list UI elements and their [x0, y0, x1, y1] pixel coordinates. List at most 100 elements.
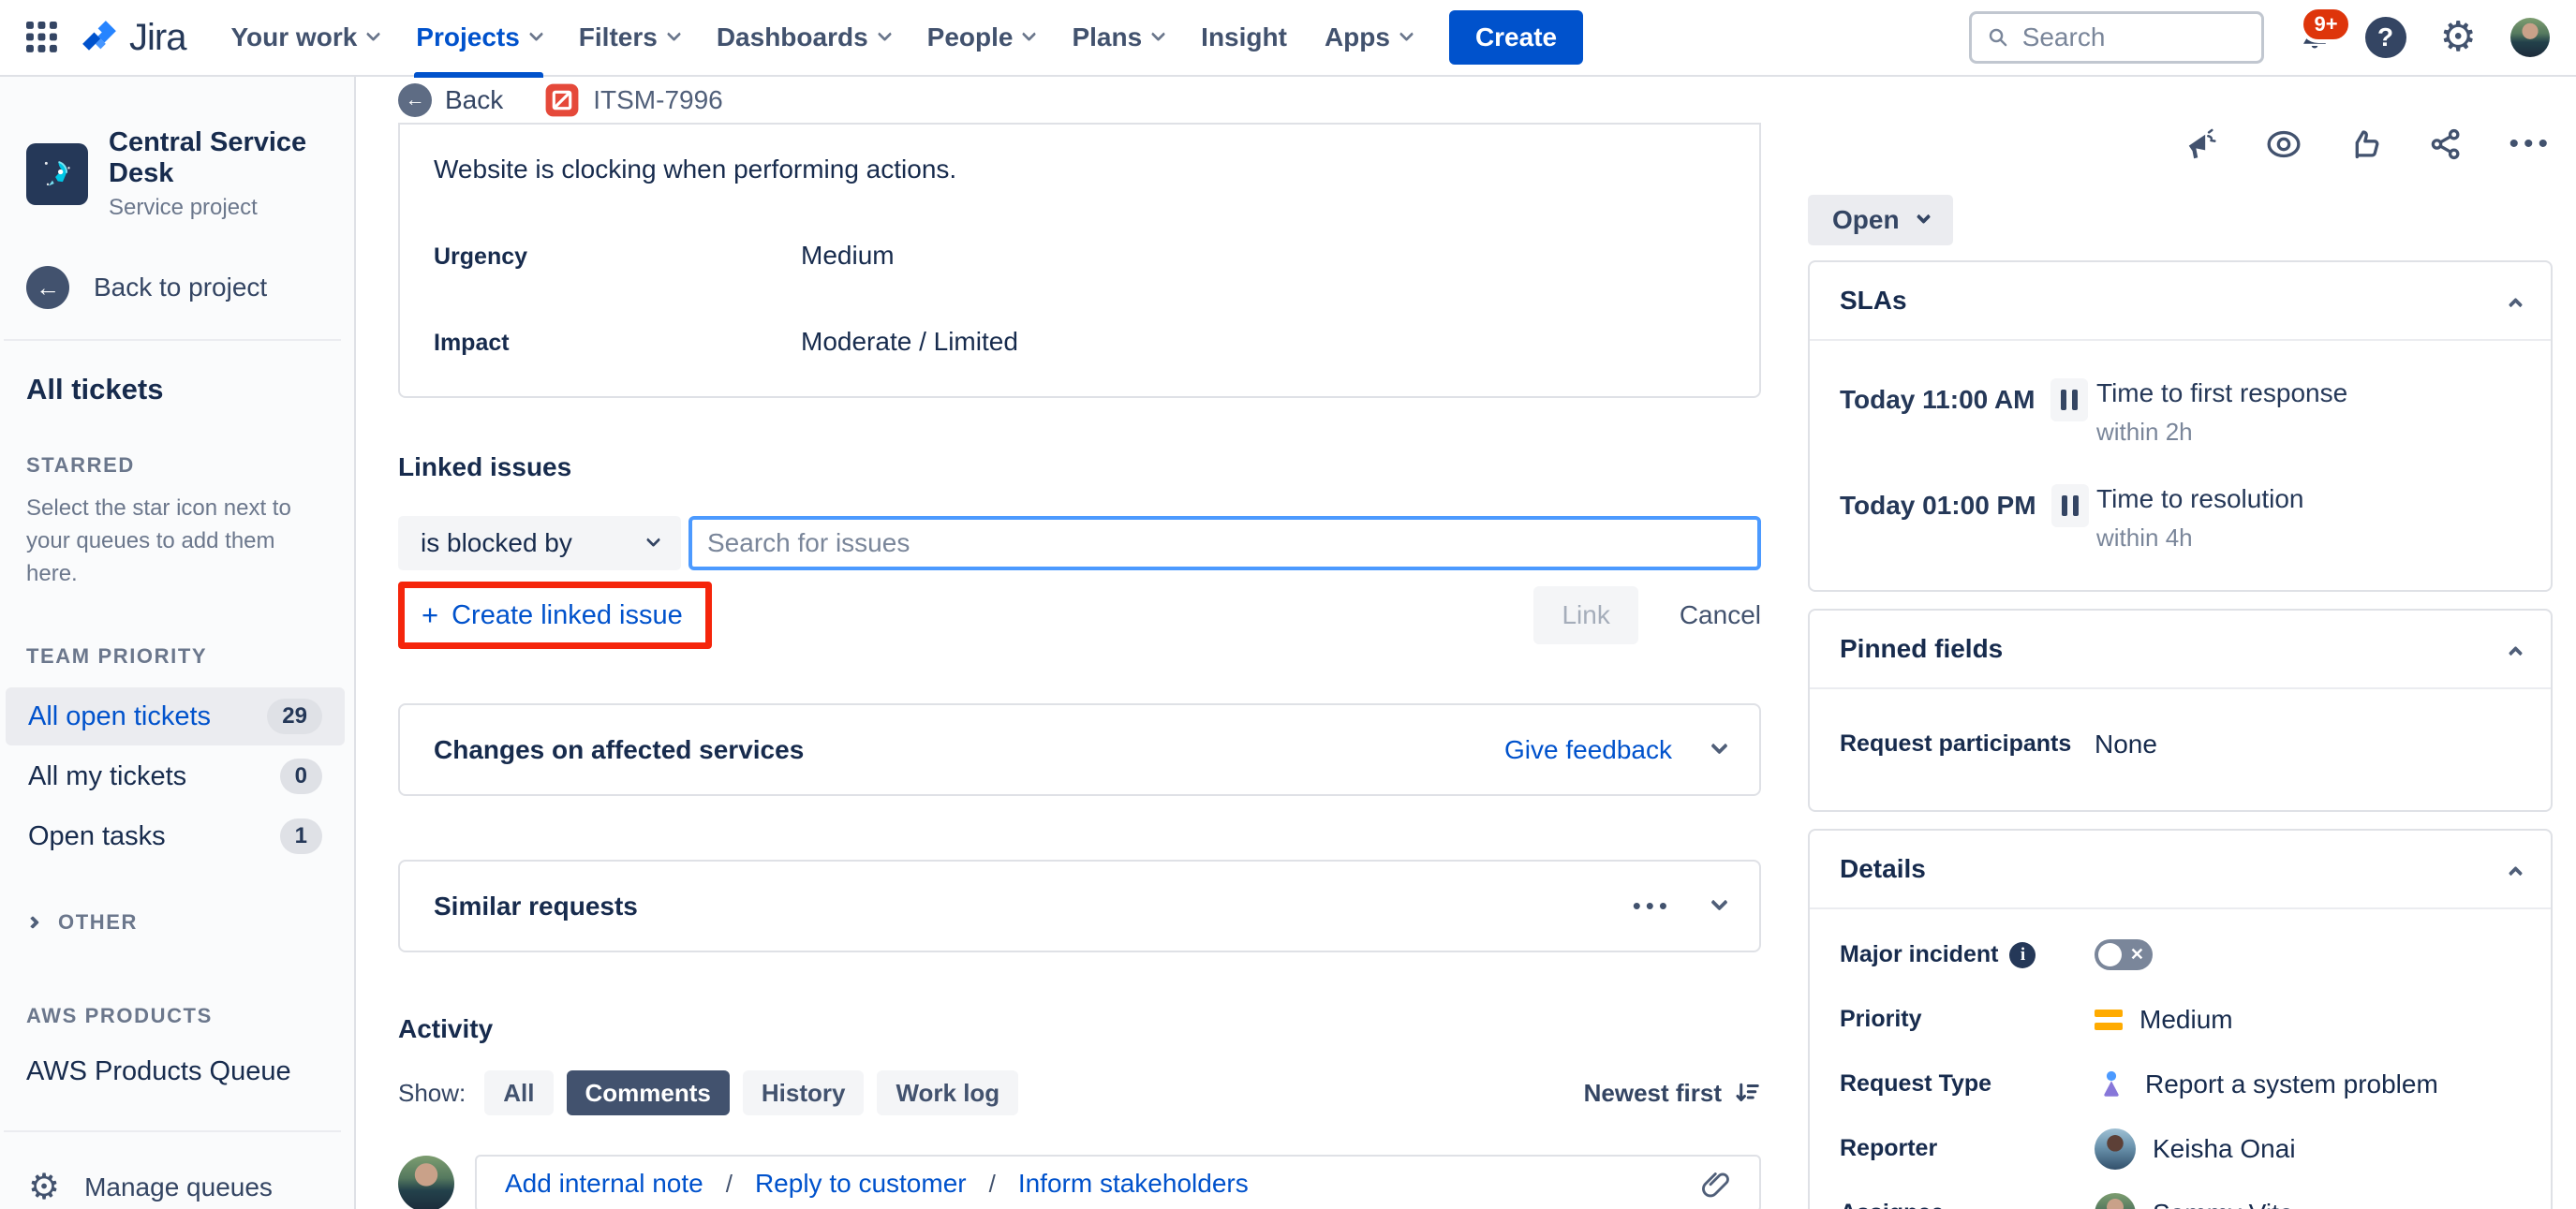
details-header[interactable]: Details [1810, 831, 2551, 909]
nav-apps[interactable]: Apps [1306, 0, 1430, 76]
share-button[interactable] [2428, 126, 2464, 162]
manage-queues-link[interactable]: ⚙ Manage queues [0, 1170, 354, 1205]
comment-input-box[interactable]: Add internal note / Reply to customer / … [475, 1155, 1761, 1209]
jira-logo[interactable]: Jira [79, 17, 186, 59]
chevron-down-icon [1916, 209, 1931, 224]
sidebar-divider [4, 339, 341, 341]
sidebar-item-open-tasks[interactable]: Open tasks 1 [6, 807, 345, 865]
status-dropdown[interactable]: Open [1808, 195, 1953, 245]
show-label: Show: [398, 1078, 466, 1107]
notifications-button[interactable]: 9+ [2298, 6, 2352, 54]
field-row-request-type: Request Type Report a system problem [1840, 1052, 2521, 1116]
request-type-value-wrap[interactable]: Report a system problem [2095, 1068, 2438, 1101]
reply-to-customer-link[interactable]: Reply to customer [755, 1169, 967, 1199]
back-to-project-link[interactable]: ← Back to project [0, 266, 354, 309]
sla-entry: Today 01:00 PM Time to resolution within… [1840, 484, 2521, 553]
feedback-button[interactable] [2184, 126, 2220, 162]
inform-stakeholders-link[interactable]: Inform stakeholders [1018, 1169, 1249, 1199]
pause-icon[interactable] [2050, 378, 2088, 421]
help-button[interactable]: ? [2364, 17, 2406, 58]
nav-filters[interactable]: Filters [560, 0, 698, 76]
impact-value[interactable]: Moderate / Limited [801, 327, 1018, 357]
create-linked-issue-button[interactable]: + Create linked issue [422, 598, 683, 632]
nav-plans[interactable]: Plans [1053, 0, 1182, 76]
link-type-select[interactable]: is blocked by [398, 516, 681, 570]
major-incident-toggle[interactable]: ✕ [2095, 939, 2153, 970]
sidebar-item-all-my-tickets[interactable]: All my tickets 0 [6, 747, 345, 805]
reporter-value-wrap[interactable]: Keisha Onai [2095, 1128, 2296, 1170]
settings-gear-icon[interactable]: ⚙ [2440, 17, 2477, 58]
app-switcher-icon[interactable] [26, 22, 58, 53]
attachment-button[interactable] [1699, 1168, 1731, 1200]
reporter-avatar [2095, 1128, 2136, 1170]
slas-panel-header[interactable]: SLAs [1810, 262, 2551, 341]
nav-dashboards[interactable]: Dashboards [698, 0, 909, 76]
reporter-value: Keisha Onai [2153, 1133, 2296, 1163]
thumbs-up-icon [2356, 130, 2379, 159]
nav-apps-label: Apps [1324, 22, 1390, 52]
sidebar-item-all-open-tickets[interactable]: All open tickets 29 [6, 687, 345, 746]
nav-insight[interactable]: Insight [1182, 0, 1306, 76]
nav-projects[interactable]: Projects [397, 0, 560, 78]
nav-people[interactable]: People [909, 0, 1054, 76]
issue-description[interactable]: Website is clocking when performing acti… [434, 155, 1725, 184]
more-actions-icon[interactable]: ••• [2509, 128, 2553, 160]
chevron-down-icon [1150, 26, 1166, 41]
chevron-down-icon[interactable] [1710, 893, 1728, 911]
pause-icon[interactable] [2050, 484, 2089, 527]
give-feedback-link[interactable]: Give feedback [1504, 735, 1672, 765]
assignee-value: Sammy Vito [2153, 1199, 2293, 1209]
vote-button[interactable] [2347, 126, 2383, 162]
create-button[interactable]: Create [1448, 10, 1584, 65]
nav-plans-label: Plans [1072, 22, 1143, 52]
chevron-up-icon [2508, 297, 2524, 312]
major-incident-label: Major incident [1840, 941, 1999, 967]
sidebar-other-section[interactable]: OTHER [0, 910, 354, 935]
priority-value-wrap[interactable]: Medium [2095, 1005, 2233, 1035]
megaphone-icon [2189, 128, 2217, 159]
urgency-value[interactable]: Medium [801, 241, 895, 271]
jira-mark-icon [82, 21, 116, 51]
field-row-impact: Impact Moderate / Limited [434, 327, 1725, 357]
notification-count-badge: 9+ [2300, 6, 2352, 43]
link-type-value: is blocked by [421, 528, 572, 557]
pinned-fields-header[interactable]: Pinned fields [1810, 611, 2551, 689]
project-header[interactable]: Central Service Desk Service project [0, 127, 354, 221]
issue-key-breadcrumb[interactable]: ITSM-7996 [544, 82, 723, 118]
paperclip-icon [1702, 1172, 1729, 1198]
similar-requests-title: Similar requests [434, 891, 638, 921]
assignee-value-wrap[interactable]: Sammy Vito [2095, 1192, 2293, 1209]
sidebar-item-aws-products-queue[interactable]: AWS Products Queue [0, 1056, 354, 1087]
request-participants-value[interactable]: None [2095, 730, 2157, 759]
filter-comments[interactable]: Comments [566, 1070, 730, 1115]
sidebar-all-tickets[interactable]: All tickets [0, 373, 354, 406]
filter-history[interactable]: History [742, 1070, 865, 1115]
global-search-input[interactable] [2021, 22, 2246, 52]
nav-your-work[interactable]: Your work [212, 0, 397, 76]
link-button[interactable]: Link [1533, 586, 1638, 644]
info-icon[interactable]: i [2009, 941, 2036, 968]
more-actions-icon[interactable]: ••• [1633, 892, 1672, 921]
priority-value: Medium [2139, 1004, 2233, 1034]
filter-work-log[interactable]: Work log [877, 1070, 1019, 1115]
sla-goal: within 2h [2096, 418, 2193, 446]
watch-button[interactable] [2265, 125, 2302, 163]
nav-utilities: 9+ ? ⚙ [1968, 6, 2550, 64]
back-button[interactable]: ← Back [398, 82, 503, 117]
chevron-up-icon [2508, 645, 2524, 660]
current-user-avatar [398, 1156, 454, 1209]
chevron-down-icon [528, 26, 544, 41]
global-search[interactable] [1968, 11, 2264, 64]
add-internal-note-link[interactable]: Add internal note [505, 1169, 703, 1199]
nav-dashboards-label: Dashboards [716, 22, 868, 52]
chevron-down-icon[interactable] [1710, 737, 1728, 755]
issue-search-input[interactable] [688, 516, 1761, 570]
priority-label: Priority [1840, 1006, 1922, 1032]
cancel-button[interactable]: Cancel [1680, 600, 1761, 630]
sort-order-button[interactable]: Newest first [1584, 1079, 1761, 1108]
user-avatar[interactable] [2510, 18, 2550, 57]
primary-nav: Your work Projects Filters Dashboards Pe… [212, 0, 1430, 78]
eye-icon [2267, 130, 2301, 158]
slas-title: SLAs [1840, 286, 1907, 315]
filter-all[interactable]: All [484, 1070, 554, 1115]
